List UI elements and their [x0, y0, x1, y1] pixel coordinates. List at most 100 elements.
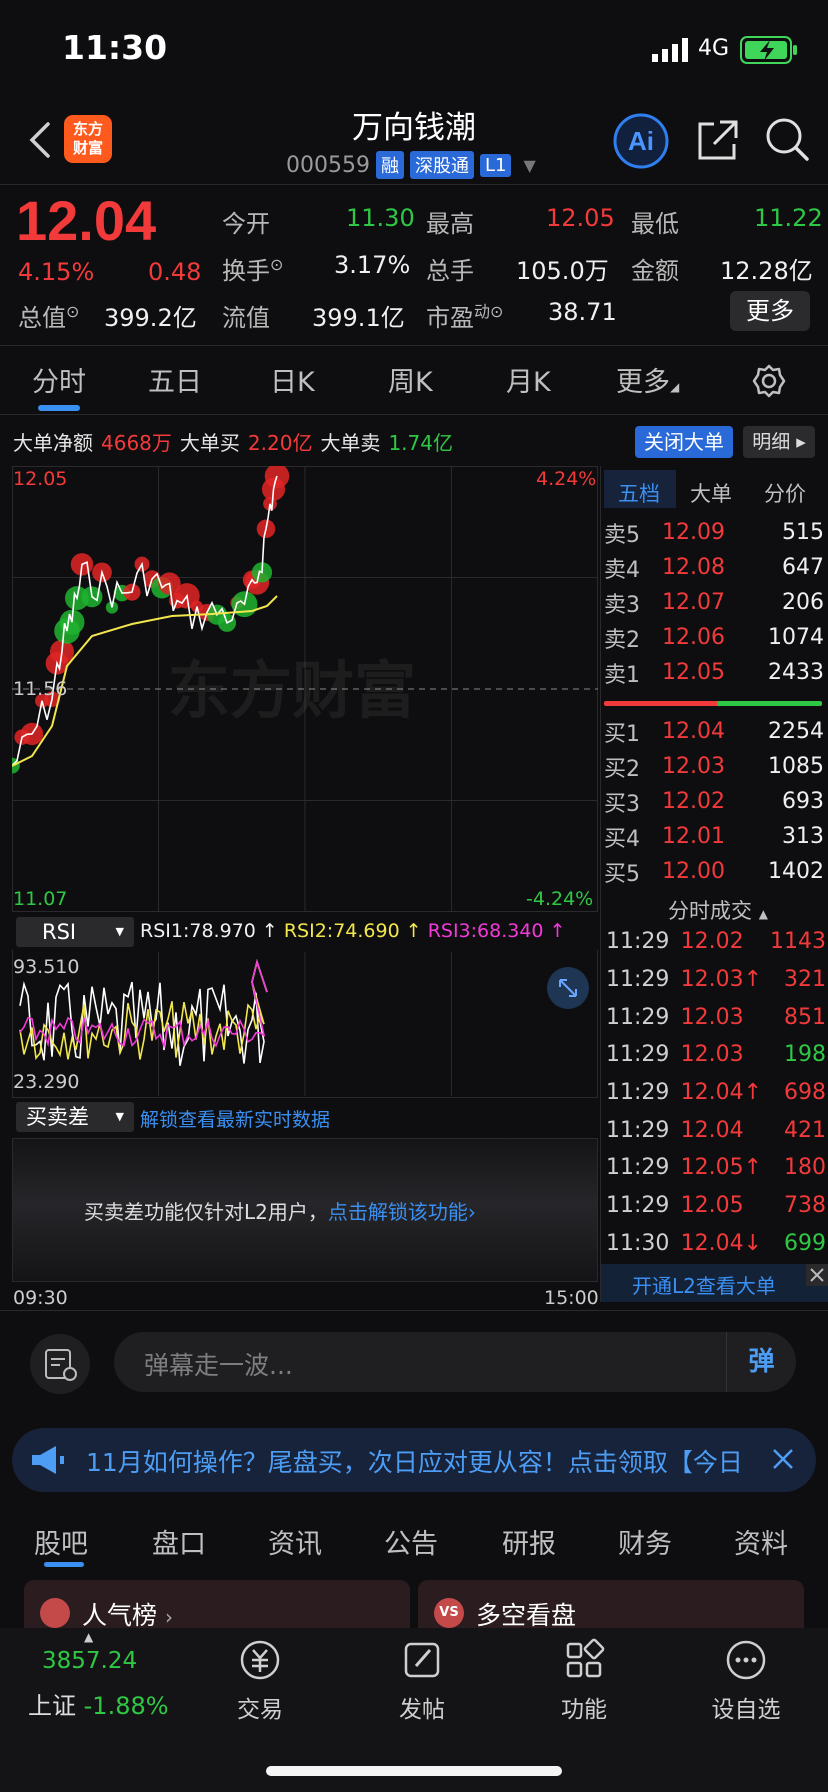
bid-volume: 1402 — [768, 859, 824, 884]
low-label: 最低 — [631, 210, 679, 238]
info-icon[interactable]: ⊙ — [270, 255, 283, 274]
turnover-value: 3.17% — [334, 251, 411, 279]
dropdown-icon[interactable]: ▼ — [523, 156, 535, 175]
bid-list: 买1 12.04 2254 买2 12.03 1085 买3 12.02 693 买4 12.01 3… — [604, 714, 824, 889]
orderbook-tab-five-label: 五档 — [618, 482, 660, 506]
signal-icon — [652, 38, 692, 62]
unlock-feature-link[interactable]: 点击解锁该功能› — [328, 1200, 476, 1224]
volume-value: 105.0万 — [516, 257, 609, 285]
rsi-values: RSI1:78.970 ↑ RSI2:74.690 ↑ RSI3:68.340 … — [140, 920, 566, 942]
status-time: 11:30 — [62, 28, 168, 67]
danmu-send-button[interactable]: 弹 — [726, 1332, 796, 1392]
ask-level-label: 卖4 — [604, 557, 640, 583]
trade-volume: 699 — [784, 1230, 826, 1256]
tab-5day[interactable]: 五日 — [148, 360, 202, 399]
info-icon[interactable]: ⊙ — [66, 302, 79, 321]
stock-subtitle[interactable]: 000559 融 深股通 L1 ▼ — [286, 150, 536, 180]
unlock-link[interactable]: 解锁查看最新实时数据 — [140, 1105, 330, 1132]
ask-level-label: 卖2 — [604, 627, 640, 653]
ask-row[interactable]: 卖5 12.09 515 — [604, 515, 824, 550]
close-big-order-button[interactable]: 关闭大单 — [635, 426, 733, 458]
nav-functions[interactable]: 功能 — [534, 1636, 634, 1724]
trade-row: 11:29 12.02 1143 — [606, 923, 826, 961]
ask-price: 12.07 — [662, 590, 725, 615]
close-icon[interactable] — [806, 1264, 828, 1286]
tab-news[interactable]: 资讯 — [268, 1522, 322, 1561]
bid-row[interactable]: 买4 12.01 313 — [604, 819, 824, 854]
trade-row: 11:29 12.03 198 — [606, 1036, 826, 1074]
tab-announcement[interactable]: 公告 — [384, 1522, 438, 1561]
ask-row[interactable]: 卖2 12.06 1074 — [604, 620, 824, 655]
expand-icon[interactable] — [546, 966, 590, 1010]
high-value: 12.05 — [546, 204, 615, 232]
tab-monthly[interactable]: 月K — [506, 360, 551, 399]
bid-row[interactable]: 买1 12.04 2254 — [604, 714, 824, 749]
trade-time: 11:29 — [606, 1193, 670, 1219]
grid-icon — [566, 1638, 605, 1678]
tab-profile[interactable]: 资料 — [734, 1522, 788, 1561]
trade-volume: 180 — [784, 1155, 826, 1181]
tab-guba[interactable]: 股吧 — [34, 1522, 88, 1561]
trade-time: 11:29 — [606, 1004, 670, 1030]
edit-icon — [404, 1642, 440, 1678]
danmu-settings-icon[interactable] — [30, 1334, 90, 1394]
l2-link[interactable]: 开通L2查看大单 — [632, 1270, 776, 1299]
trade-time: 11:30 — [606, 1230, 670, 1256]
ask-level-label: 卖3 — [604, 592, 640, 618]
open-value: 11.30 — [346, 204, 415, 232]
bid-row[interactable]: 买5 12.00 1402 — [604, 854, 824, 889]
rsi-selector[interactable]: RSI ▼ — [16, 917, 134, 947]
nav-trade[interactable]: 交易 — [210, 1636, 310, 1724]
tab-research[interactable]: 研报 — [502, 1522, 556, 1561]
home-indicator — [266, 1766, 562, 1776]
settings-icon[interactable] — [752, 364, 786, 398]
trade-volume: 698 — [784, 1080, 826, 1106]
tab-daily[interactable]: 日K — [270, 360, 315, 399]
notice-close-icon[interactable] — [770, 1446, 796, 1472]
trades-title[interactable]: 分时成交 ▲ — [668, 895, 768, 925]
info-icon[interactable]: ⊙ — [490, 302, 503, 321]
orderbook-tab-price[interactable]: 分价 — [764, 478, 806, 508]
battery-icon — [740, 36, 800, 64]
bid-row[interactable]: 买3 12.02 693 — [604, 784, 824, 819]
trade-price: 12.03 — [680, 1004, 744, 1030]
ask-row[interactable]: 卖4 12.08 647 — [604, 550, 824, 585]
trade-row: 11:29 12.05 738 — [606, 1187, 826, 1225]
float-label: 流值 — [222, 304, 270, 332]
spread-selector[interactable]: 买卖差 ▼ — [16, 1102, 134, 1132]
trade-volume: 198 — [784, 1042, 826, 1068]
float-value: 399.1亿 — [312, 304, 405, 332]
share-icon[interactable] — [696, 118, 740, 162]
ai-icon[interactable]: Ai — [612, 112, 670, 170]
trade-row: 11:29 12.04 421 — [606, 1111, 826, 1149]
ask-level-label: 卖5 — [604, 522, 640, 548]
bid-level-label: 买4 — [604, 826, 640, 852]
spread-message: 买卖差功能仅针对L2用户，点击解锁该功能› — [84, 1200, 476, 1224]
bid-price: 12.00 — [662, 859, 725, 884]
index-ticker[interactable]: ▲ 3857.24 上证 -1.88% — [0, 1628, 176, 1748]
trade-price: 12.04↑ — [680, 1080, 763, 1106]
bid-row[interactable]: 买2 12.03 1085 — [604, 749, 824, 784]
tab-more[interactable]: 更多◢ — [616, 360, 679, 399]
trade-time: 11:29 — [606, 1080, 670, 1106]
tab-handicap[interactable]: 盘口 — [152, 1522, 206, 1561]
search-icon[interactable] — [764, 116, 810, 162]
ask-row[interactable]: 卖3 12.07 206 — [604, 585, 824, 620]
detail-button[interactable]: 明细 ▸ — [743, 426, 815, 458]
tab-weekly[interactable]: 周K — [388, 360, 433, 399]
tab-intraday[interactable]: 分时 — [32, 360, 86, 399]
trade-price: 12.05 — [680, 1193, 744, 1219]
tab-finance[interactable]: 财务 — [618, 1522, 672, 1561]
svg-text:Ai: Ai — [628, 126, 654, 156]
nav-post[interactable]: 发帖 — [372, 1636, 472, 1724]
ask-row[interactable]: 卖1 12.05 2433 — [604, 655, 824, 690]
time-start: 09:30 — [13, 1287, 68, 1309]
nav-watchlist[interactable]: 设自选 — [696, 1636, 796, 1724]
more-button[interactable]: 更多 — [730, 291, 810, 331]
chart-mid-price: 11.56 — [13, 678, 68, 700]
quote-divider — [0, 345, 828, 346]
orderbook-tab-big[interactable]: 大单 — [690, 478, 732, 508]
trade-time: 11:29 — [606, 1117, 670, 1143]
more-icon — [726, 1640, 766, 1680]
trade-icon — [240, 1640, 280, 1680]
